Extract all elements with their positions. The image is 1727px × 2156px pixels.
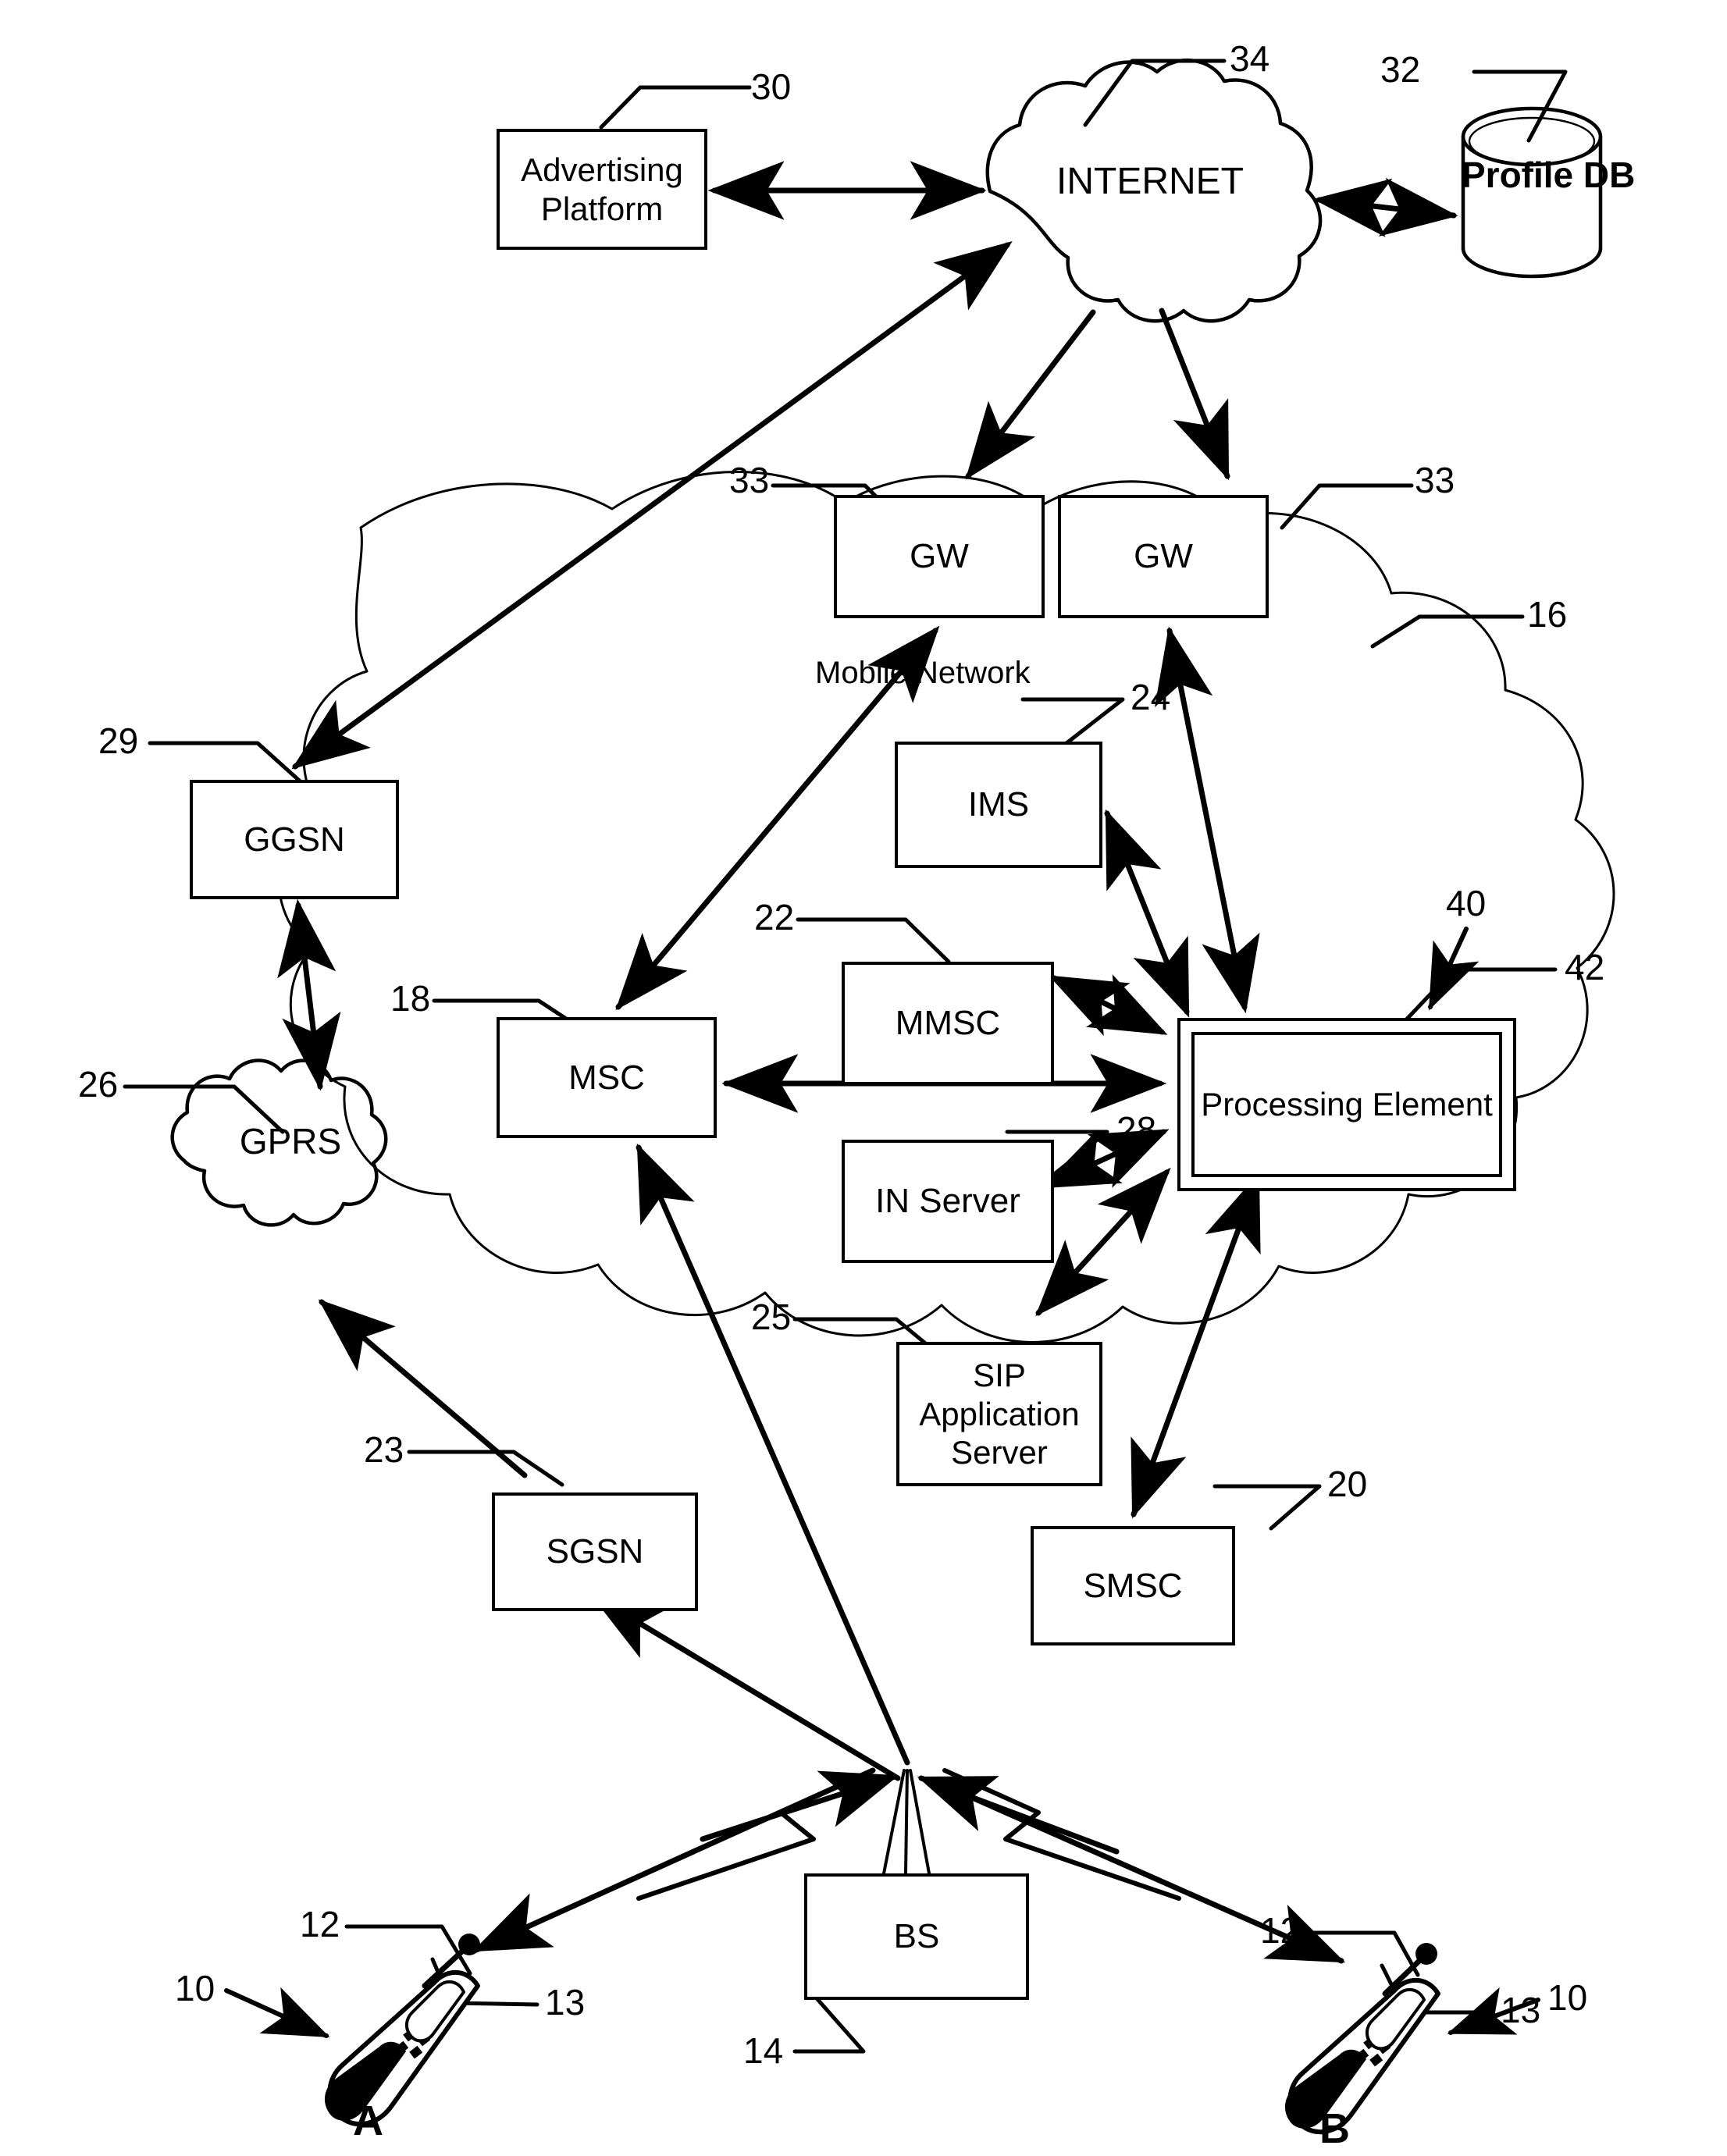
ims-box[interactable]: IMS <box>895 742 1102 868</box>
leader-16 <box>1370 614 1525 649</box>
msc-label: MSC <box>568 1058 645 1097</box>
arrow-processingelement-sipas <box>1035 1167 1171 1317</box>
arrow-processingelement-smsc <box>1131 1172 1261 1519</box>
bs-label: BS <box>893 1917 940 1956</box>
arrow-processingelement-gwright <box>1154 626 1260 1014</box>
ref-40: 40 <box>1446 883 1487 923</box>
ref-24: 24 <box>1131 677 1171 717</box>
ref-32: 32 <box>1380 49 1421 90</box>
handset-a-letter: A <box>353 2097 383 2144</box>
processing-element-outer-box[interactable]: Processing Element <box>1177 1018 1516 1191</box>
bs-riser-mid <box>904 1769 909 1875</box>
ref-29: 29 <box>98 720 139 761</box>
leader-30 <box>599 85 752 130</box>
gw-left-box[interactable]: GW <box>834 495 1045 618</box>
in-server-box[interactable]: IN Server <box>842 1140 1054 1263</box>
arrow-internet-gwleft <box>965 309 1096 480</box>
advertising-platform-label: Advertising Platform <box>521 151 683 227</box>
ggsn-box[interactable]: GGSN <box>190 780 399 899</box>
internet-cloud-label: INTERNET <box>1056 161 1244 202</box>
ref-13-a: 13 <box>545 1982 586 2023</box>
mmsc-box[interactable]: MMSC <box>842 962 1054 1085</box>
arrow-internet-profiledb <box>1312 177 1458 237</box>
ref-18: 18 <box>390 978 431 1019</box>
gw-right-label: GW <box>1134 537 1193 576</box>
leader-29 <box>148 741 307 788</box>
smsc-box[interactable]: SMSC <box>1031 1526 1235 1645</box>
leader-14 <box>792 1996 866 2054</box>
ref-25: 26 <box>78 1064 119 1105</box>
ref-34: 34 <box>1230 38 1270 79</box>
ref-13-b: 13 <box>1501 1990 1541 2030</box>
bs-box[interactable]: BS <box>804 1873 1029 2000</box>
ref-14: 14 <box>743 2030 784 2071</box>
sgsn-label: SGSN <box>546 1532 644 1571</box>
leader-24 <box>1020 697 1125 745</box>
processing-element-inner-box[interactable]: Processing Element <box>1191 1032 1502 1177</box>
arrow-internet-gwright <box>1159 308 1230 481</box>
ref-30: 30 <box>751 66 792 107</box>
leader-12-A <box>344 1924 472 1976</box>
ims-label: IMS <box>967 785 1030 824</box>
leader-20 <box>1212 1484 1322 1531</box>
leader-10-A <box>224 1987 330 2038</box>
leader-32 <box>1472 69 1568 143</box>
arrow-processingelement-ims <box>1104 809 1190 1018</box>
sgsn-box[interactable]: SGSN <box>492 1492 698 1611</box>
ref-20: 20 <box>1327 1464 1368 1504</box>
patent-figure: Advertising Platform GW GW GGSN MSC IMS … <box>0 0 1727 2156</box>
leader-23 <box>407 1450 564 1487</box>
in-server-label: IN Server <box>875 1182 1020 1221</box>
ref-16: 16 <box>1527 594 1568 635</box>
bs-riser-right <box>909 1769 931 1875</box>
handset-a-shape <box>324 1934 480 2127</box>
ref-10-b: 10 <box>1547 1977 1588 2018</box>
arrow-sgsn-gprs <box>318 1299 528 1478</box>
ref-26: 25 <box>751 1297 792 1337</box>
processing-element-label: Processing Element <box>1201 1086 1493 1123</box>
arrow-handsetB-bs <box>917 1775 1120 1855</box>
ref-12-a: 12 <box>300 1904 340 1944</box>
sip-application-server-box[interactable]: SIP Application Server <box>896 1342 1102 1486</box>
profile-db-label: Profile DB <box>1462 155 1636 195</box>
ref-23: 23 <box>364 1429 404 1470</box>
arrow-bs-sgsn <box>589 1592 901 1781</box>
ref-28: 28 <box>1116 1109 1157 1150</box>
ref-33-left: 33 <box>729 460 770 500</box>
handset-b-letter: B <box>1319 2105 1350 2152</box>
msc-box[interactable]: MSC <box>497 1017 717 1138</box>
gprs-cloud-label: GPRS <box>239 1121 342 1162</box>
ref-33-right: 33 <box>1415 460 1455 500</box>
leader-22 <box>796 917 951 964</box>
mmsc-label: MMSC <box>895 1004 1001 1043</box>
ggsn-label: GGSN <box>244 820 345 859</box>
sip-application-server-label: SIP Application Server <box>919 1357 1080 1471</box>
leader-33-right <box>1280 483 1414 530</box>
arrow-processingelement-mmsc <box>1048 974 1168 1037</box>
smsc-label: SMSC <box>1083 1566 1183 1605</box>
ref-22: 22 <box>754 897 795 937</box>
ref-42: 42 <box>1565 947 1605 987</box>
bs-riser-left <box>882 1769 906 1875</box>
advertising-platform-box[interactable]: Advertising Platform <box>497 129 707 250</box>
gw-left-label: GW <box>910 537 969 576</box>
mobile-network-label: Mobile Network <box>815 656 1031 690</box>
ref-12-b: 12 <box>1260 1910 1301 1951</box>
ref-10-a: 10 <box>175 1968 215 2008</box>
gw-right-box[interactable]: GW <box>1058 495 1269 618</box>
